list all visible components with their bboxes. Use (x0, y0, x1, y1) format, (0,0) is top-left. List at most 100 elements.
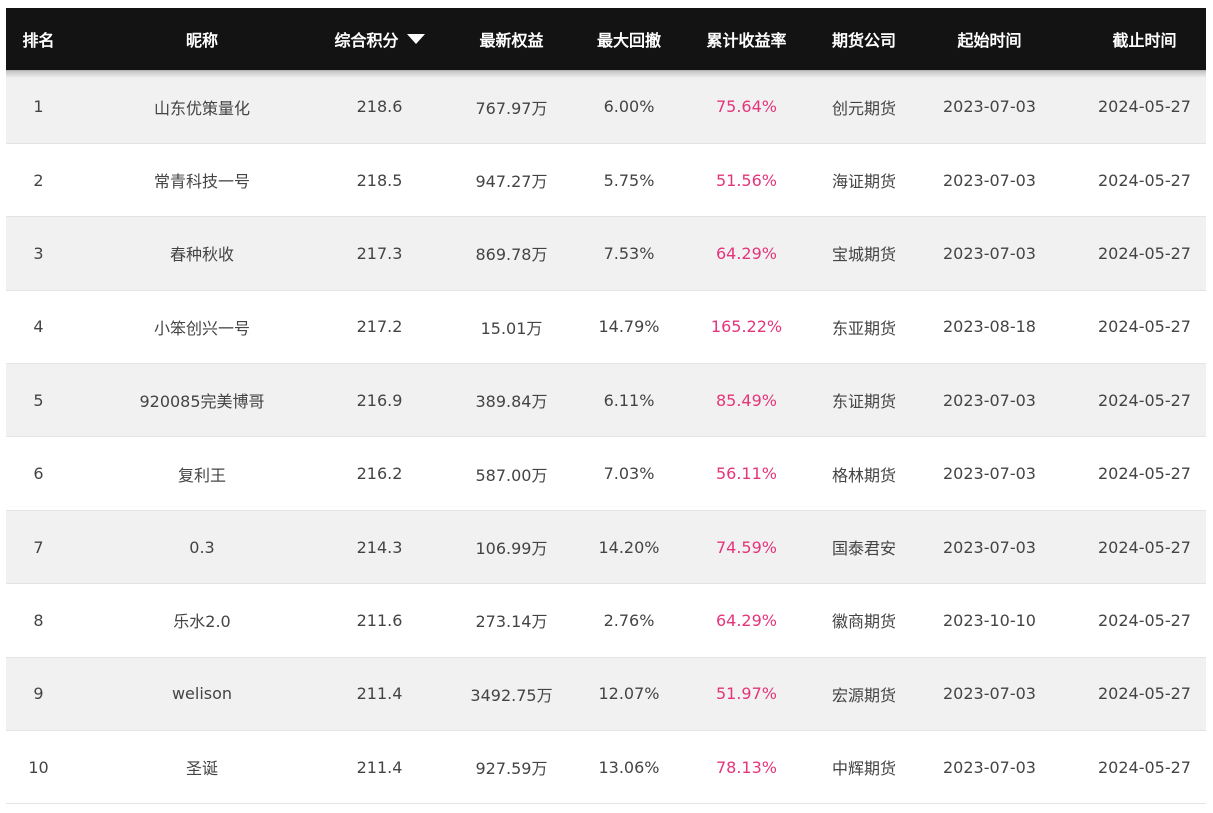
ranking-table-container: 排名 昵称 综合积分 最新权益 最大回撤 累计收益率 期货公司 起始时间 截止时… (6, 8, 1206, 813)
cum-return-cell: 75.64% (715, 97, 777, 117)
score-cell: 216.9 (356, 390, 403, 410)
broker-cell: 格林期货 (832, 465, 897, 485)
table-header-row: 排名 昵称 综合积分 最新权益 最大回撤 累计收益率 期货公司 起始时间 截止时… (6, 8, 1206, 71)
rank-cell: 8 (33, 610, 44, 630)
table-row[interactable]: 8 乐水2.0 211.6 273.14万 2.76% 64.29% 徽商期货 … (6, 583, 1206, 658)
nickname-cell: 920085完美博哥 (139, 392, 265, 412)
max-drawdown-cell: 12.07% (598, 684, 660, 704)
broker-cell: 海证期货 (832, 172, 897, 192)
table-row[interactable]: 2 常青科技一号 218.5 947.27万 5.75% 51.56% 海证期货… (6, 143, 1206, 217)
broker-cell: 创元期货 (832, 98, 897, 118)
end-date-cell: 2024-05-27 (1098, 317, 1191, 337)
nickname-cell: 山东优策量化 (153, 98, 250, 118)
end-date-cell: 2024-05-27 (1098, 757, 1191, 777)
cum-return-cell: 56.11% (715, 464, 777, 484)
end-date-cell: 2024-05-27 (1098, 390, 1191, 410)
header-rank[interactable]: 排名 (6, 8, 71, 71)
score-cell: 218.5 (356, 170, 403, 190)
max-drawdown-cell: 6.00% (603, 97, 655, 117)
rank-cell: 10 (28, 757, 49, 777)
start-date-cell: 2023-07-03 (943, 464, 1036, 484)
table-row[interactable]: 6 复利王 216.2 587.00万 7.03% 56.11% 格林期货 20… (6, 436, 1206, 511)
score-cell: 217.2 (356, 317, 403, 337)
table-row[interactable]: 1 山东优策量化 218.6 767.97万 6.00% 75.64% 创元期货… (6, 70, 1206, 144)
start-date-cell: 2023-07-03 (943, 390, 1036, 410)
end-date-cell: 2024-05-27 (1098, 684, 1191, 704)
max-drawdown-cell: 6.11% (603, 390, 655, 410)
header-nickname[interactable]: 昵称 (71, 8, 333, 71)
table-row[interactable]: 3 春种秋收 217.3 869.78万 7.53% 64.29% 宝城期货 2… (6, 216, 1206, 291)
equity-cell: 947.27万 (475, 172, 548, 192)
equity-cell: 106.99万 (475, 539, 548, 559)
nickname-cell: 春种秋收 (169, 245, 234, 265)
sort-down-icon[interactable] (406, 34, 425, 45)
score-cell: 217.3 (356, 243, 403, 263)
score-cell: 211.4 (356, 684, 403, 704)
score-cell: 218.6 (356, 97, 403, 117)
start-date-cell: 2023-07-03 (943, 170, 1036, 190)
nickname-cell: 常青科技一号 (153, 172, 250, 192)
header-broker[interactable]: 期货公司 (832, 8, 896, 71)
equity-cell: 767.97万 (475, 98, 548, 118)
nickname-cell: 0.3 (189, 537, 215, 557)
cum-return-cell: 51.97% (715, 684, 777, 704)
rank-cell: 5 (33, 390, 44, 410)
start-date-cell: 2023-10-10 (943, 610, 1036, 630)
score-cell: 214.3 (356, 537, 403, 557)
table-row[interactable]: 7 0.3 214.3 106.99万 14.20% 74.59% 国泰君安 2… (6, 510, 1206, 584)
equity-cell: 389.84万 (475, 392, 548, 412)
equity-cell: 273.14万 (475, 612, 548, 632)
ranking-table: 排名 昵称 综合积分 最新权益 最大回撤 累计收益率 期货公司 起始时间 截止时… (6, 8, 1206, 804)
header-equity[interactable]: 最新权益 (426, 8, 597, 71)
cum-return-cell: 51.56% (715, 170, 777, 190)
max-drawdown-cell: 14.20% (598, 537, 660, 557)
equity-cell: 3492.75万 (470, 685, 553, 705)
equity-cell: 587.00万 (475, 465, 548, 485)
max-drawdown-cell: 14.79% (598, 317, 660, 337)
broker-cell: 徽商期货 (832, 612, 897, 632)
score-cell: 216.2 (356, 464, 403, 484)
table-row[interactable]: 9 welison 211.4 3492.75万 12.07% 51.97% 宏… (6, 657, 1206, 731)
max-drawdown-cell: 13.06% (598, 757, 660, 777)
cum-return-cell: 165.22% (710, 317, 783, 337)
cum-return-cell: 64.29% (715, 243, 777, 263)
start-date-cell: 2023-07-03 (943, 243, 1036, 263)
end-date-cell: 2024-05-27 (1098, 610, 1191, 630)
equity-cell: 927.59万 (475, 759, 548, 779)
max-drawdown-cell: 7.53% (603, 243, 655, 263)
table-row[interactable]: 5 920085完美博哥 216.9 389.84万 6.11% 85.49% … (6, 363, 1206, 437)
nickname-cell: 乐水2.0 (173, 612, 231, 632)
max-drawdown-cell: 2.76% (603, 610, 655, 630)
start-date-cell: 2023-08-18 (943, 317, 1036, 337)
broker-cell: 宏源期货 (832, 685, 897, 705)
nickname-cell: welison (171, 684, 233, 704)
end-date-cell: 2024-05-27 (1098, 97, 1191, 117)
header-cum-return[interactable]: 累计收益率 (661, 8, 832, 71)
broker-cell: 东亚期货 (832, 318, 897, 338)
start-date-cell: 2023-07-03 (943, 757, 1036, 777)
cum-return-cell: 74.59% (715, 537, 777, 557)
max-drawdown-cell: 7.03% (603, 464, 655, 484)
table-row[interactable]: 4 小笨创兴一号 217.2 15.01万 14.79% 165.22% 东亚期… (6, 290, 1206, 364)
nickname-cell: 圣诞 (185, 759, 218, 779)
rank-cell: 4 (33, 317, 44, 337)
header-end-date[interactable]: 截止时间 (1083, 8, 1206, 71)
header-start-date[interactable]: 起始时间 (896, 8, 1083, 71)
nickname-cell: 复利王 (177, 465, 226, 485)
start-date-cell: 2023-07-03 (943, 537, 1036, 557)
rank-cell: 6 (33, 464, 44, 484)
score-cell: 211.4 (356, 757, 403, 777)
header-score[interactable]: 综合积分 (333, 8, 426, 71)
broker-cell: 东证期货 (832, 392, 897, 412)
end-date-cell: 2024-05-27 (1098, 170, 1191, 190)
table-row[interactable]: 10 圣诞 211.4 927.59万 13.06% 78.13% 中辉期货 2… (6, 730, 1206, 804)
nickname-cell: 小笨创兴一号 (153, 318, 250, 338)
end-date-cell: 2024-05-27 (1098, 537, 1191, 557)
header-max-drawdown[interactable]: 最大回撤 (597, 8, 661, 71)
start-date-cell: 2023-07-03 (943, 97, 1036, 117)
start-date-cell: 2023-07-03 (943, 684, 1036, 704)
equity-cell: 869.78万 (475, 245, 548, 265)
broker-cell: 宝城期货 (832, 245, 897, 265)
cum-return-cell: 85.49% (715, 390, 777, 410)
rank-cell: 9 (33, 684, 44, 704)
